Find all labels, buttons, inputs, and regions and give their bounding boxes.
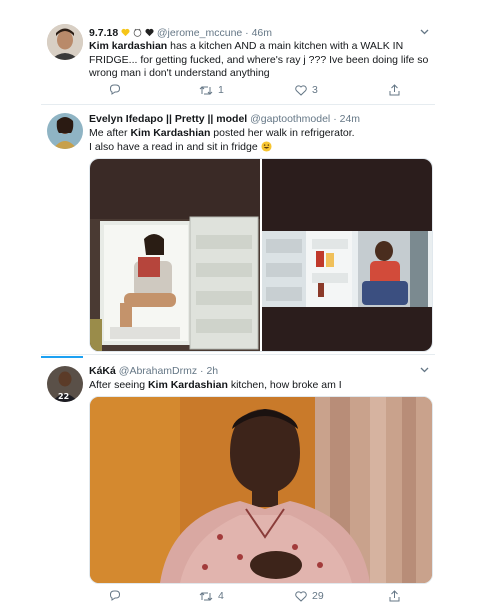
black-heart-icon (145, 28, 154, 37)
tweet-header: KáKá @AbrahamDrmz · 2h (89, 365, 431, 378)
timestamp[interactable]: · 2h (200, 365, 218, 377)
svg-text:22: 22 (58, 392, 69, 401)
display-name[interactable]: Evelyn Ifedapo || Pretty || model (89, 113, 247, 125)
highlighted-term: Kim Kardashian (147, 379, 228, 391)
timestamp[interactable]: · 24m (333, 113, 360, 125)
highlighted-term: Kim Kardashian (130, 127, 211, 139)
retweet-icon (199, 85, 213, 95)
tweet-actions: 4 29 (89, 590, 419, 606)
avatar[interactable] (47, 113, 83, 149)
retweet-icon (199, 591, 213, 601)
name-emojis (121, 27, 157, 39)
handle[interactable]: @jerome_mccune (157, 27, 242, 39)
heart-icon (295, 590, 307, 602)
retweet-button[interactable]: 4 (199, 590, 224, 602)
share-button[interactable] (389, 590, 400, 602)
handle[interactable]: @gaptoothmodel (250, 113, 330, 125)
tweet-text: Me after Kim Kardashian posted her walk … (89, 127, 431, 154)
tweet-actions: 1 3 (89, 84, 419, 100)
tweet-text: After seeing Kim Kardashian kitchen, how… (89, 379, 342, 391)
tweet-2[interactable]: Evelyn Ifedapo || Pretty || model @gapto… (41, 104, 435, 355)
tweet-media-grid[interactable] (89, 158, 433, 352)
tweet-1[interactable]: 9.7.18 @jerome_mccune · 46m Kim kardashi… (41, 0, 435, 105)
tweet-header: Evelyn Ifedapo || Pretty || model @gapto… (89, 113, 431, 126)
like-count: 29 (312, 590, 324, 602)
timestamp[interactable]: · 46m (245, 27, 272, 39)
share-icon (389, 590, 400, 602)
tweet-text-line-1: Me after Kim Kardashian posted her walk … (89, 127, 355, 139)
grinning-emoji-icon (261, 140, 272, 152)
display-name[interactable]: 9.7.18 (89, 27, 118, 39)
yellow-heart-icon (121, 28, 130, 37)
display-name[interactable]: KáKá (89, 365, 116, 377)
timeline-column: 9.7.18 @jerome_mccune · 46m Kim kardashi… (41, 0, 435, 608)
retweet-count: 4 (218, 590, 224, 602)
tweet-text: Kim kardashian has a kitchen AND a main … (89, 40, 431, 81)
retweet-button[interactable]: 1 (199, 84, 224, 96)
handle[interactable]: @AbrahamDrmz (119, 365, 197, 377)
tweet-text-line-2: I also have a read in and sit in fridge (89, 141, 431, 155)
photo-woman-in-fridge[interactable] (90, 159, 260, 351)
heart-icon (295, 84, 307, 96)
retweet-count: 1 (218, 84, 224, 96)
avatar[interactable]: 22 (47, 366, 83, 402)
reply-button[interactable] (109, 84, 121, 95)
like-count: 3 (312, 84, 318, 96)
share-icon (389, 84, 400, 96)
like-button[interactable]: 29 (295, 590, 324, 602)
photo-man-in-fridge[interactable] (262, 159, 432, 351)
chevron-down-icon[interactable] (420, 365, 429, 376)
share-button[interactable] (389, 84, 400, 96)
reply-button[interactable] (109, 590, 121, 601)
tweet-header: 9.7.18 @jerome_mccune · 46m (89, 27, 431, 40)
like-button[interactable]: 3 (295, 84, 318, 96)
reply-icon (109, 84, 121, 95)
reply-icon (109, 590, 121, 601)
avatar[interactable] (47, 24, 83, 60)
chevron-down-icon[interactable] (420, 27, 429, 38)
cat-face-icon (133, 28, 142, 37)
tweet-3[interactable]: 22 KáKá @AbrahamDrmz · 2h After seeing K… (41, 356, 435, 608)
photo-man-in-patterned-shirt[interactable] (89, 396, 433, 584)
highlighted-term: Kim kardashian (89, 40, 168, 52)
